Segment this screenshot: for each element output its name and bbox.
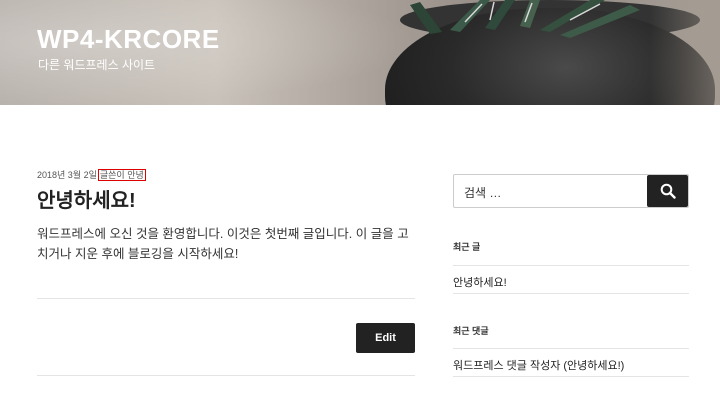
post-content: 워드프레스에 오신 것을 환영합니다. 이것은 첫번째 글입니다. 이 글을 고… [37, 227, 409, 261]
post-date[interactable]: 2018년 3월 2일 [37, 170, 97, 180]
search-input[interactable]: 검색 … [464, 184, 501, 201]
divider [453, 265, 689, 266]
recent-posts-title: 최근 글 [453, 242, 481, 252]
divider [453, 376, 689, 377]
divider [37, 375, 415, 376]
header-image-shade [650, 0, 720, 105]
search-button[interactable] [647, 175, 688, 207]
divider [453, 348, 689, 349]
divider [37, 298, 415, 299]
recent-comment-link[interactable]: 워드프레스 댓글 작성자 (안녕하세요!) [453, 357, 624, 373]
search-icon [660, 183, 676, 199]
site-title[interactable]: WP4-KRCORE [37, 24, 220, 55]
site-header: WP4-KRCORE 다른 워드프레스 사이트 [0, 0, 720, 105]
divider [453, 293, 689, 294]
header-image-plant [410, 0, 640, 38]
post-meta: 2018년 3월 2일 글쓴이 안녕 [37, 168, 146, 181]
post-title[interactable]: 안녕하세요! [37, 184, 136, 213]
recent-post-link[interactable]: 안녕하세요! [453, 274, 507, 290]
site-description: 다른 워드프레스 사이트 [38, 58, 156, 72]
post-category[interactable]: 글쓴이 안녕 [97, 169, 146, 181]
recent-comments-title: 최근 댓글 [453, 326, 489, 336]
edit-button[interactable]: Edit [356, 323, 415, 353]
